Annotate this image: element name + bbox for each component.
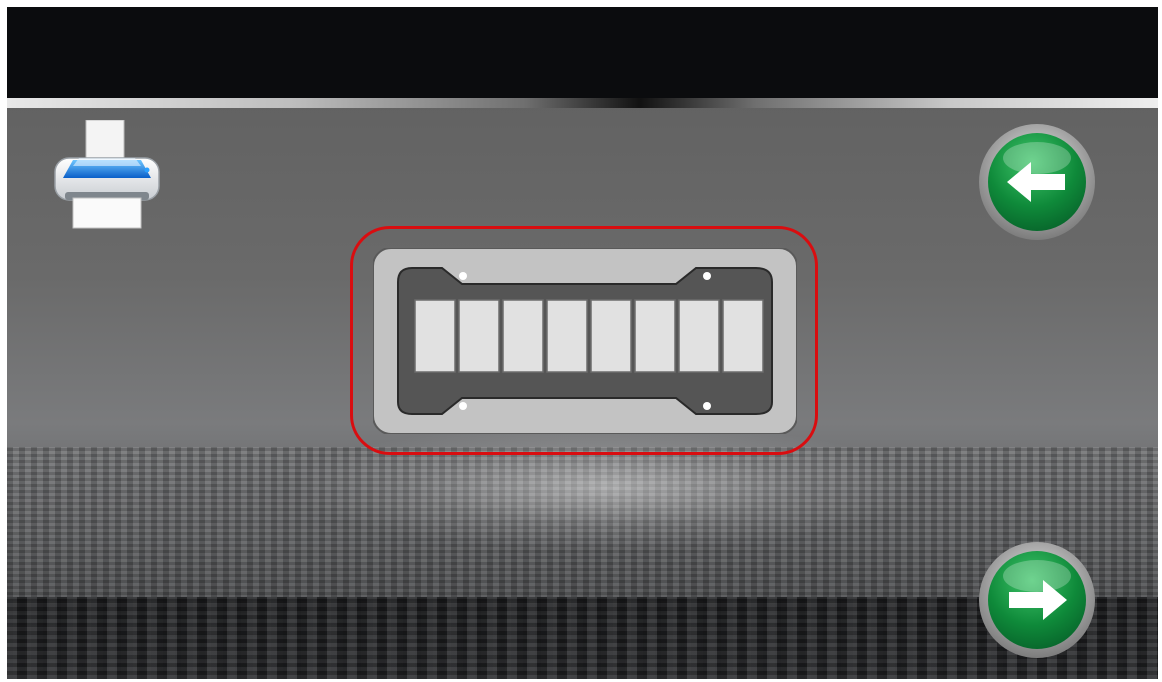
arrow-left-icon [979,124,1095,240]
top-bar [7,7,1158,98]
license-plate-option[interactable] [350,226,818,455]
screen [7,7,1158,679]
printer-icon [54,119,160,229]
print-button[interactable] [51,119,163,232]
arrow-right-icon [979,542,1095,658]
header-divider [7,98,1158,108]
license-plate-frame-icon [373,248,797,434]
next-button[interactable] [977,540,1097,660]
back-button[interactable] [977,122,1097,242]
